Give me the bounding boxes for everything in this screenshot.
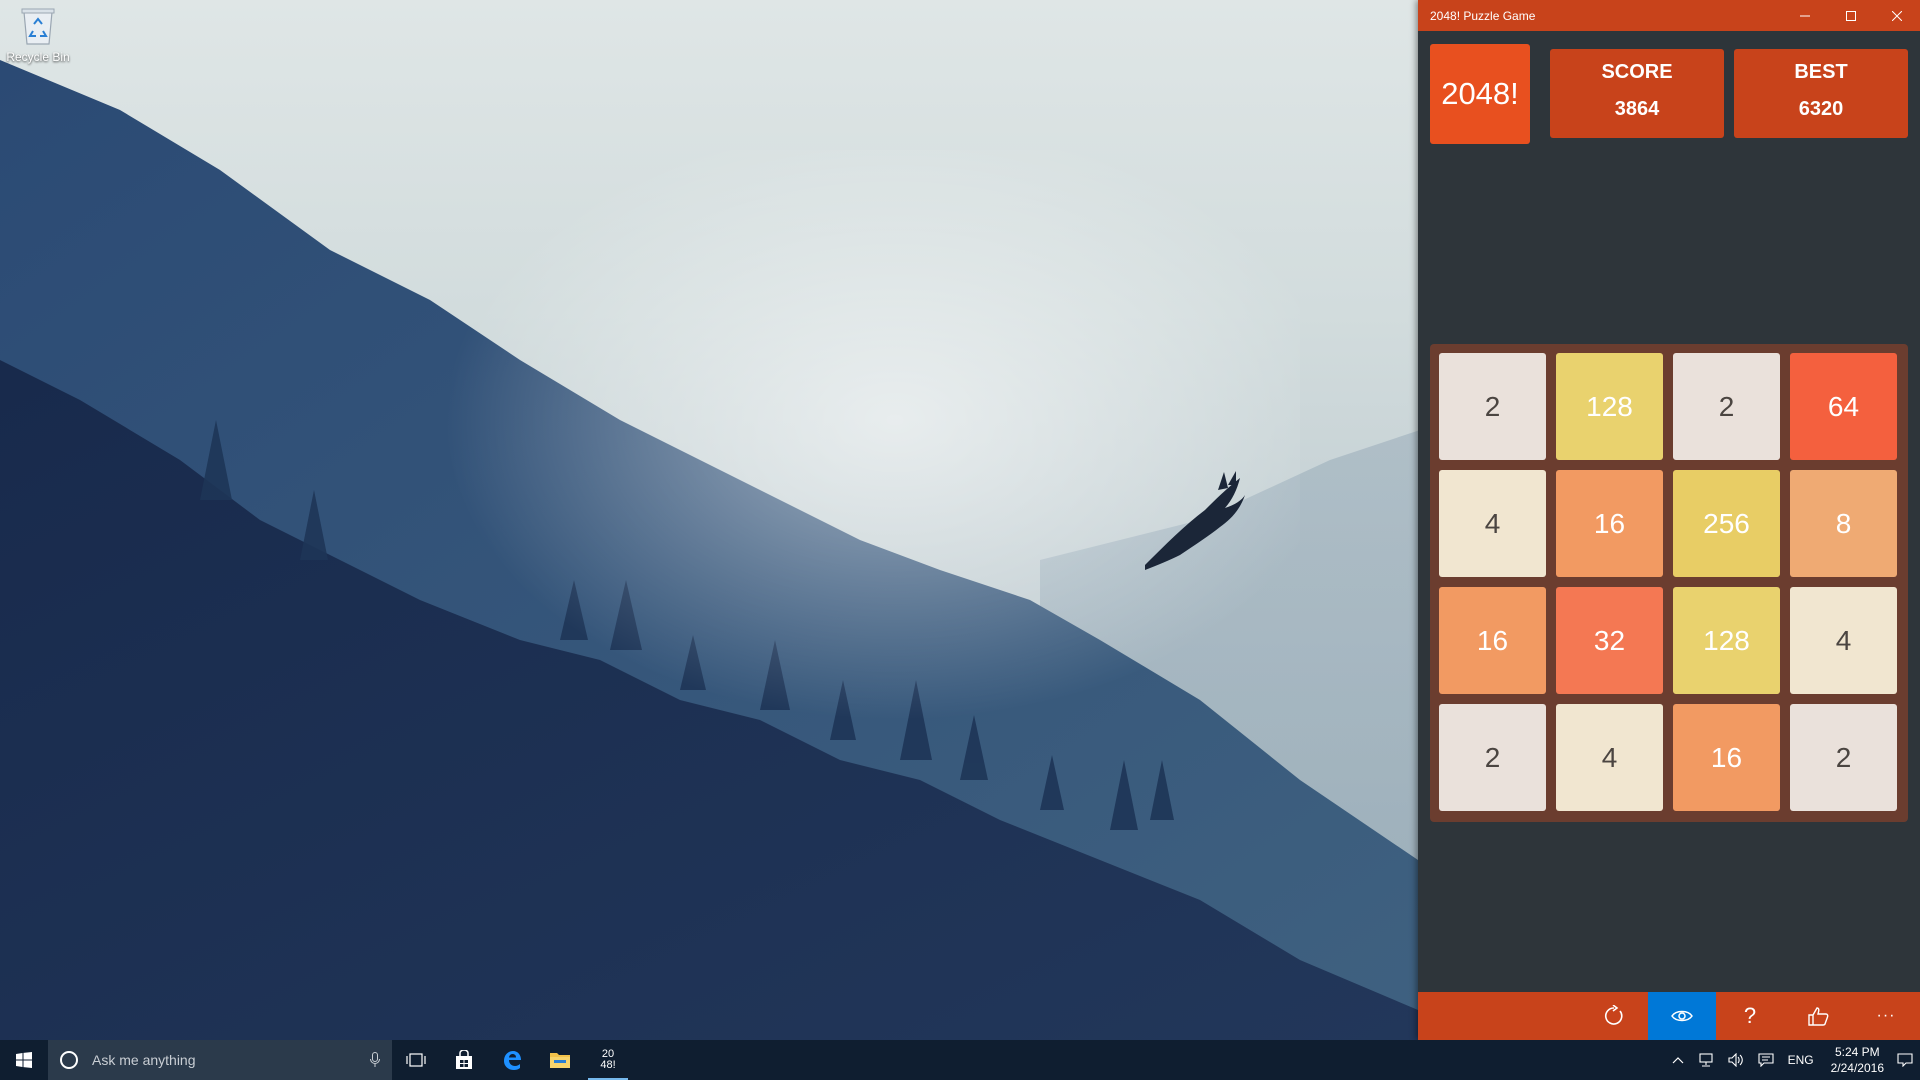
more-icon: ··· xyxy=(1876,1007,1896,1024)
edge-icon xyxy=(504,1051,521,1070)
like-button[interactable] xyxy=(1784,992,1852,1040)
maximize-button[interactable] xyxy=(1828,0,1874,31)
tile: 4 xyxy=(1556,704,1663,811)
minimize-button[interactable] xyxy=(1782,0,1828,31)
tile: 16 xyxy=(1439,587,1546,694)
clock-time: 5:24 PM xyxy=(1834,1045,1880,1059)
tile: 2 xyxy=(1439,704,1546,811)
help-button[interactable]: ? xyxy=(1716,992,1784,1040)
tile: 128 xyxy=(1673,587,1780,694)
task-view-button[interactable] xyxy=(392,1040,440,1080)
chevron-up-icon xyxy=(1672,1057,1684,1064)
search-box[interactable]: Ask me anything xyxy=(48,1040,392,1080)
microphone-icon xyxy=(370,1052,380,1067)
network-button[interactable] xyxy=(1698,1053,1714,1067)
help-icon: ? xyxy=(1743,1003,1757,1028)
tile: 256 xyxy=(1673,470,1780,577)
file-explorer-icon xyxy=(550,1053,570,1068)
tile: 16 xyxy=(1556,470,1663,577)
tile: 2 xyxy=(1790,704,1897,811)
volume-button[interactable] xyxy=(1728,1053,1744,1067)
system-tray: ENG 5:24 PM 2/24/2016 xyxy=(1665,1040,1920,1080)
game-header: 2048! SCORE 3864 BEST 6320 xyxy=(1430,44,1908,144)
recycle-bin-icon xyxy=(21,6,55,46)
game-logo: 2048! xyxy=(1430,44,1530,144)
message-icon xyxy=(1758,1053,1774,1067)
edge-button[interactable] xyxy=(488,1040,536,1080)
app-2048-taskbar-button[interactable]: 20 48! xyxy=(584,1040,632,1080)
window-title: 2048! Puzzle Game xyxy=(1430,8,1536,23)
store-icon xyxy=(456,1050,472,1069)
close-button[interactable] xyxy=(1874,0,1920,31)
tile: 16 xyxy=(1673,704,1780,811)
volume-icon xyxy=(1728,1053,1743,1067)
network-icon xyxy=(1699,1053,1713,1067)
tile: 2 xyxy=(1439,353,1546,460)
restart-icon xyxy=(1604,1005,1623,1025)
score-label: SCORE xyxy=(1601,61,1673,83)
restart-button[interactable] xyxy=(1580,992,1648,1040)
tile: 128 xyxy=(1556,353,1663,460)
tile: 4 xyxy=(1439,470,1546,577)
eye-icon xyxy=(1671,1010,1693,1022)
more-button[interactable]: ··· xyxy=(1852,992,1920,1040)
thumbs-up-icon xyxy=(1808,1007,1829,1026)
action-center-button[interactable] xyxy=(1890,1053,1920,1067)
best-value: 6320 xyxy=(1798,98,1844,120)
tile: 2 xyxy=(1673,353,1780,460)
best-box: BEST 6320 xyxy=(1734,49,1908,138)
taskbar: Ask me anything 20 48! ENG 5:24 PM 2/24/… xyxy=(0,1040,1920,1080)
maximize-icon xyxy=(1846,10,1856,21)
task-view-icon xyxy=(406,1053,426,1067)
start-button[interactable] xyxy=(0,1040,48,1080)
score-value: 3864 xyxy=(1614,98,1660,120)
2048-app-icon: 20 48! xyxy=(600,1048,616,1071)
action-center-icon xyxy=(1897,1053,1913,1067)
search-placeholder: Ask me anything xyxy=(92,1052,196,1068)
desktop-icon-label: Recycle Bin xyxy=(6,50,70,64)
view-button[interactable] xyxy=(1648,992,1716,1040)
app-window: 2048! Puzzle Game 2048! SCORE 3864 BEST … xyxy=(1418,0,1920,1040)
tile: 4 xyxy=(1790,587,1897,694)
tile: 32 xyxy=(1556,587,1663,694)
app-bar: ? ··· xyxy=(1418,992,1920,1040)
game-board[interactable]: 2 128 2 64 4 16 256 8 16 32 128 4 2 4 16 2 xyxy=(1430,344,1908,822)
desktop-icon-recycle-bin[interactable]: Recycle Bin xyxy=(6,6,70,64)
message-button[interactable] xyxy=(1758,1053,1774,1067)
windows-logo-icon xyxy=(16,1052,32,1068)
clock[interactable]: 5:24 PM 2/24/2016 xyxy=(1831,1044,1884,1076)
show-hidden-icons-button[interactable] xyxy=(1672,1056,1684,1064)
clock-date: 2/24/2016 xyxy=(1830,1061,1884,1075)
cortana-icon xyxy=(60,1051,78,1069)
language-indicator[interactable]: ENG xyxy=(1788,1053,1814,1067)
store-button[interactable] xyxy=(440,1040,488,1080)
title-bar[interactable]: 2048! Puzzle Game xyxy=(1418,0,1920,31)
best-label: BEST xyxy=(1794,61,1848,83)
tile: 8 xyxy=(1790,470,1897,577)
tile: 64 xyxy=(1790,353,1897,460)
minimize-icon xyxy=(1800,15,1810,16)
close-icon xyxy=(1892,10,1902,21)
file-explorer-button[interactable] xyxy=(536,1040,584,1080)
score-box: SCORE 3864 xyxy=(1550,49,1724,138)
